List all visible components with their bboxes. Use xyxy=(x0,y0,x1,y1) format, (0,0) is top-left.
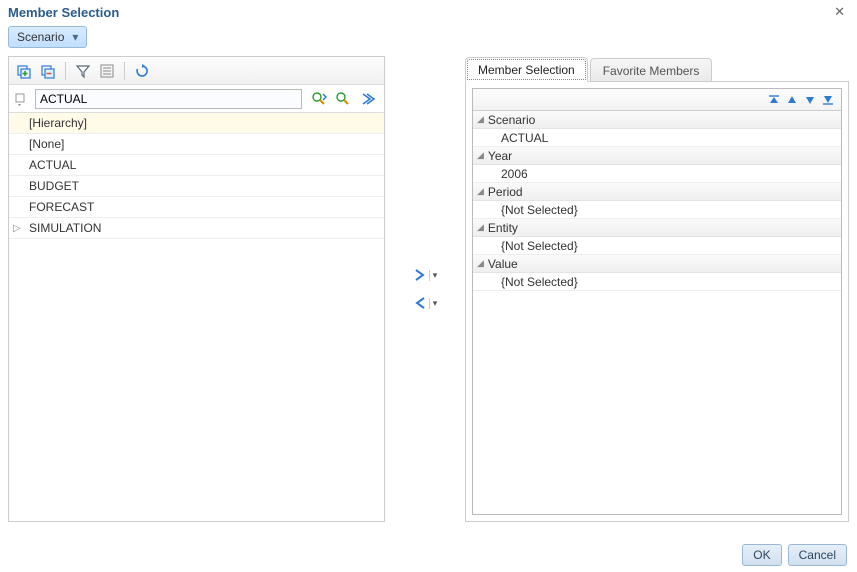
selection-group-name: Year xyxy=(488,149,512,163)
tab-member-selection[interactable]: Member Selection xyxy=(465,57,588,82)
selection-value-label: {Not Selected} xyxy=(501,275,578,289)
collapse-icon: ◢ xyxy=(477,150,484,161)
selection-group-header[interactable]: ◢ Scenario xyxy=(473,111,841,129)
available-members-tree: [Hierarchy] [None] ACTUAL BUDGET FORECAS… xyxy=(9,113,384,521)
ok-button[interactable]: OK xyxy=(742,544,781,566)
chevron-down-icon: ▾ xyxy=(429,270,438,281)
selected-members-panel: Member Selection Favorite Members xyxy=(465,56,849,522)
tree-row-label: FORECAST xyxy=(29,200,94,214)
find-icon[interactable] xyxy=(310,90,328,108)
selection-group-value[interactable]: {Not Selected} xyxy=(473,201,841,219)
member-selection-dialog: Member Selection ✕ Scenario ▾ xyxy=(0,0,857,572)
order-toolbar xyxy=(473,89,841,111)
chevron-down-icon: ▾ xyxy=(72,30,78,44)
tab-label: Member Selection xyxy=(478,63,575,77)
selection-group-header[interactable]: ◢ Value xyxy=(473,255,841,273)
selection-value-label: {Not Selected} xyxy=(501,203,578,217)
move-top-icon[interactable] xyxy=(767,93,781,107)
search-row xyxy=(9,85,384,113)
remove-member-button[interactable]: ▾ xyxy=(413,296,438,310)
toolbar-separator xyxy=(124,62,125,80)
tree-row[interactable]: ▷ SIMULATION xyxy=(9,218,384,239)
close-icon[interactable]: ✕ xyxy=(830,4,849,20)
tree-row[interactable]: [Hierarchy] xyxy=(9,113,384,134)
dialog-header: Member Selection ✕ xyxy=(0,0,857,22)
chevron-down-icon: ▾ xyxy=(429,298,438,309)
collapse-icon: ◢ xyxy=(477,258,484,269)
main-area: [Hierarchy] [None] ACTUAL BUDGET FORECAS… xyxy=(0,56,857,522)
selection-value-label: ACTUAL xyxy=(501,131,548,145)
tree-row[interactable]: BUDGET xyxy=(9,176,384,197)
right-box: ◢ Scenario ACTUAL ◢ Year 2006 xyxy=(465,81,849,522)
selection-group-value[interactable]: ACTUAL xyxy=(473,129,841,147)
tab-favorite-members[interactable]: Favorite Members xyxy=(590,58,713,82)
right-inner: ◢ Scenario ACTUAL ◢ Year 2006 xyxy=(472,88,842,515)
move-bottom-icon[interactable] xyxy=(821,93,835,107)
toolbar-separator xyxy=(65,62,66,80)
tree-row[interactable]: [None] xyxy=(9,134,384,155)
chevron-left-icon xyxy=(413,296,427,310)
next-arrow-icon[interactable] xyxy=(358,90,376,108)
tabs: Member Selection Favorite Members xyxy=(465,56,849,82)
list-icon[interactable] xyxy=(98,62,116,80)
search-dropdown-icon[interactable] xyxy=(13,90,31,108)
dimension-dropdown-label: Scenario xyxy=(17,30,64,44)
deselect-icon[interactable] xyxy=(39,62,57,80)
tree-row[interactable]: ACTUAL xyxy=(9,155,384,176)
selection-group-value[interactable]: 2006 xyxy=(473,165,841,183)
dimension-dropdown[interactable]: Scenario ▾ xyxy=(8,26,87,48)
tree-row[interactable]: FORECAST xyxy=(9,197,384,218)
selection-group-header[interactable]: ◢ Year xyxy=(473,147,841,165)
dimension-row: Scenario ▾ xyxy=(0,22,857,56)
selection-group-value[interactable]: {Not Selected} xyxy=(473,273,841,291)
move-up-icon[interactable] xyxy=(785,93,799,107)
tree-row-label: ACTUAL xyxy=(29,158,76,172)
filter-icon[interactable] xyxy=(74,62,92,80)
dialog-title: Member Selection xyxy=(8,5,119,20)
tree-row-label: SIMULATION xyxy=(29,221,101,235)
selection-group-name: Entity xyxy=(488,221,518,235)
search-actions xyxy=(306,90,380,108)
left-toolbar xyxy=(9,57,384,85)
add-member-button[interactable]: ▾ xyxy=(413,268,438,282)
member-search-input[interactable] xyxy=(35,89,302,109)
collapse-icon: ◢ xyxy=(477,186,484,197)
select-plus-icon[interactable] xyxy=(15,62,33,80)
move-down-icon[interactable] xyxy=(803,93,817,107)
cancel-button[interactable]: Cancel xyxy=(788,544,847,566)
selection-value-label: 2006 xyxy=(501,167,528,181)
selection-group-header[interactable]: ◢ Entity xyxy=(473,219,841,237)
expand-icon[interactable]: ▷ xyxy=(13,223,21,234)
selection-group-header[interactable]: ◢ Period xyxy=(473,183,841,201)
available-members-panel: [Hierarchy] [None] ACTUAL BUDGET FORECAS… xyxy=(8,56,385,522)
selection-group-name: Period xyxy=(488,185,523,199)
find-next-icon[interactable] xyxy=(334,90,352,108)
chevron-right-icon xyxy=(413,268,427,282)
tree-row-label: [None] xyxy=(29,137,64,151)
dialog-footer: OK Cancel xyxy=(742,544,847,566)
collapse-icon: ◢ xyxy=(477,222,484,233)
selection-value-label: {Not Selected} xyxy=(501,239,578,253)
move-buttons-column: ▾ ▾ xyxy=(389,56,461,522)
refresh-icon[interactable] xyxy=(133,62,151,80)
collapse-icon: ◢ xyxy=(477,114,484,125)
selection-tree: ◢ Scenario ACTUAL ◢ Year 2006 xyxy=(473,111,841,514)
tree-row-label: [Hierarchy] xyxy=(29,116,87,130)
tree-row-label: BUDGET xyxy=(29,179,79,193)
selection-group-name: Scenario xyxy=(488,113,535,127)
selection-group-name: Value xyxy=(488,257,518,271)
tab-label: Favorite Members xyxy=(603,64,700,78)
selection-group-value[interactable]: {Not Selected} xyxy=(473,237,841,255)
